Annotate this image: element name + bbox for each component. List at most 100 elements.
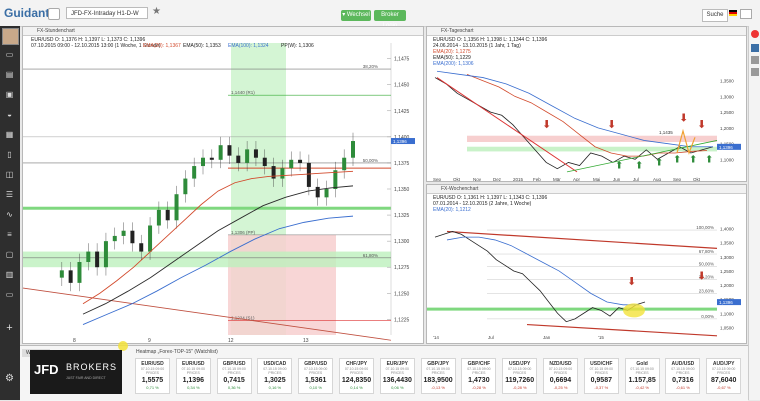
heatmap-tile[interactable]: USD/CHF 07.10.15 09:00 PRICES 0,9587 -0,37 … — [583, 358, 619, 394]
daily-chart-panel[interactable]: FX-Tageschart 1,3500 1,3000 1,2500 1,2000 1,… — [426, 26, 747, 182]
support-trend-line — [526, 323, 718, 337]
x-tick-label: Jul — [488, 335, 494, 340]
heatmap-tile[interactable]: EUR/USD 07.10.15 09:00 PRICES 1,5575 0,71 % — [135, 358, 170, 394]
candle — [289, 159, 294, 169]
hourly-chart-svg[interactable]: 1,14751,14501,14251,14001,13751,13501,13… — [23, 35, 424, 344]
stack-icon[interactable]: ≡ — [4, 230, 15, 239]
chat-icon[interactable] — [751, 56, 759, 64]
heatmap-tile[interactable]: EUR/JPY 07.10.15 09:00 PRICES 136,4430 0,06… — [379, 358, 415, 394]
user-panel-icon[interactable] — [751, 44, 759, 52]
home-icon[interactable] — [48, 8, 60, 20]
ema200-line — [436, 70, 713, 148]
calendar-icon[interactable]: ▦ — [4, 130, 15, 139]
tile-time: 07.10.15 09:00 PRICES — [304, 367, 328, 375]
weekly-chart-panel[interactable]: FX-Wochenchart 1,4000 1,3500 1,3000 1,2500 1… — [426, 184, 747, 344]
broker-login-button[interactable]: Broker Login — [374, 10, 406, 29]
hourly-chart-panel[interactable]: FX-Stundenchart 1,1475 1,1450 1,1425 1,1400… — [22, 26, 424, 344]
window-icon[interactable] — [740, 9, 752, 19]
x-tick-label: '15 — [598, 335, 604, 340]
candle — [236, 155, 241, 163]
y-tick-label: 1,1425 — [394, 109, 410, 115]
heatmap-tile[interactable]: GBP/JPY 07.10.15 09:00 PRICES 183,9500 -0,1… — [420, 358, 456, 394]
tile-price: 0,7415 — [223, 377, 245, 384]
settings-icon[interactable]: ⚙ — [4, 374, 15, 384]
y-tick-label: 1,1300 — [394, 239, 410, 245]
add-icon[interactable]: + — [4, 323, 15, 334]
wechsel-button[interactable]: ▾ Wechsel — [341, 10, 371, 21]
briefcase-icon[interactable]: ▣ — [4, 90, 15, 99]
pp-legend: PP(W): 1,1306 — [281, 43, 314, 49]
chart-icon[interactable]: ▤ — [4, 70, 15, 79]
candle — [227, 145, 232, 156]
chart-line-icon[interactable]: ∿ — [4, 210, 15, 219]
tile-change: -0,37 % — [594, 385, 609, 390]
layout-tab[interactable]: JFD-FX-Intraday H1-D-W — [66, 7, 148, 19]
broker-name: BROKERS — [66, 362, 118, 372]
y-tick-label: 1,1000 — [720, 157, 734, 162]
flag-de-icon[interactable] — [729, 10, 737, 16]
comment-icon[interactable]: ▢ — [4, 250, 15, 259]
tile-time: 07.10.15 09:00 PRICES — [426, 367, 450, 375]
up-arrow: ⬆ — [689, 154, 697, 165]
heatmap-tile[interactable]: USD/JPY 07.10.15 09:00 PRICES 119,7260 -0,2… — [502, 358, 538, 394]
monitor-2-icon[interactable]: ▭ — [4, 290, 15, 299]
y-tick-label: 1,1450 — [394, 83, 410, 89]
level-label: 1,1440 (R1) — [231, 90, 255, 95]
candle — [201, 157, 205, 167]
candle — [342, 157, 347, 171]
broker-tagline: JUST FAIR AND DIRECT — [66, 376, 106, 380]
tile-price: 119,7260 — [505, 377, 535, 384]
tile-price: 0,9587 — [590, 377, 612, 384]
level-label: 1,1306 (PP) — [231, 230, 256, 235]
heatmap-tile[interactable]: NZD/USD 07.10.15 09:00 PRICES 0,6694 -0,25 … — [543, 358, 578, 394]
heatmap-tile[interactable]: Gold 07.10.15 09:00 PRICES 1.157,85 -0,42 % — [624, 358, 660, 394]
tile-time: 07.10.15 09:00 PRICES — [385, 367, 409, 375]
down-arrow: ⬇ — [697, 269, 706, 282]
heatmap-tile[interactable]: GBP/USD 07.10.15 09:00 PRICES 1,5361 0,10 % — [298, 358, 334, 394]
tile-change: -0,25 % — [553, 385, 568, 390]
candle — [86, 251, 91, 262]
tile-change: 0,34 % — [187, 385, 200, 390]
daily-chart-svg[interactable]: 1,35001,30001,25001,20001,15001,1000SepO… — [427, 35, 747, 182]
x-tick-label: Nov — [473, 177, 482, 182]
candle — [306, 162, 311, 187]
x-tick-label: '14 — [433, 335, 439, 340]
candle — [315, 186, 320, 198]
star-icon[interactable]: ★ — [152, 7, 161, 17]
candle — [139, 243, 144, 252]
search-button[interactable]: Suche — [702, 9, 728, 22]
layout-icon[interactable]: ◫ — [4, 170, 15, 179]
heatmap-tile[interactable]: AUD/JPY 07.10.15 09:00 PRICES 87,6040 -0,67… — [706, 358, 742, 394]
monitor-icon[interactable]: ▭ — [4, 50, 15, 59]
broker-brand: JFD — [34, 362, 59, 377]
weekly-chart-svg[interactable]: 1,40001,35001,30001,25001,20001,15001,10… — [427, 193, 747, 344]
heatmap-tile[interactable]: USD/CAD 07.10.15 09:00 PRICES 1,3025 0,16 % — [257, 358, 293, 394]
heatmap-tile[interactable]: AUD/USD 07.10.15 09:00 PRICES 0,7316 -0,61 … — [665, 358, 701, 394]
alert-icon[interactable] — [751, 30, 759, 38]
heatmap-tile[interactable]: GBP/CHF 07.10.15 09:00 PRICES 1,4730 -0,28 … — [461, 358, 497, 394]
table-icon[interactable]: ▥ — [4, 270, 15, 279]
level-label: 38,20% — [363, 64, 378, 69]
heatmap-tile[interactable]: GBP/USD 07.10.15 09:00 PRICES 0,7415 0,36 % — [216, 358, 252, 394]
document-icon[interactable]: ▯ — [4, 150, 15, 159]
broker-logo[interactable]: JFD BROKERS JUST FAIR AND DIRECT — [30, 350, 122, 394]
tile-price: 1,5361 — [304, 377, 327, 384]
up-arrow: ⬆ — [615, 161, 623, 172]
down-arrow: ⬇ — [679, 112, 688, 125]
user-avatar[interactable] — [2, 28, 19, 45]
tile-change: -0,42 % — [635, 385, 649, 390]
bell-icon[interactable] — [751, 68, 759, 76]
y-tick-label: 1,2000 — [720, 283, 734, 288]
x-tick-label: Feb — [533, 177, 541, 182]
x-tick-label: Jan — [543, 335, 551, 340]
list-icon[interactable]: ☰ — [4, 190, 15, 199]
tile-change: 0,10 % — [309, 385, 322, 390]
candle — [103, 241, 108, 268]
up-arrow: ⬆ — [705, 154, 713, 165]
down-arrow: ⬇ — [607, 118, 616, 131]
heatmap-tile[interactable]: CHF/JPY 07.10.15 09:00 PRICES 124,8350 0,14… — [339, 358, 374, 394]
heatmap-tile[interactable]: EUR/USD 07.10.15 09:00 PRICES 1,1396 0,34 % — [175, 358, 211, 394]
gauge-icon[interactable]: ◒ — [4, 110, 15, 119]
tile-change: -0,13 % — [431, 385, 445, 390]
ema100-legend: EMA(100): 1,1324 — [228, 43, 269, 49]
